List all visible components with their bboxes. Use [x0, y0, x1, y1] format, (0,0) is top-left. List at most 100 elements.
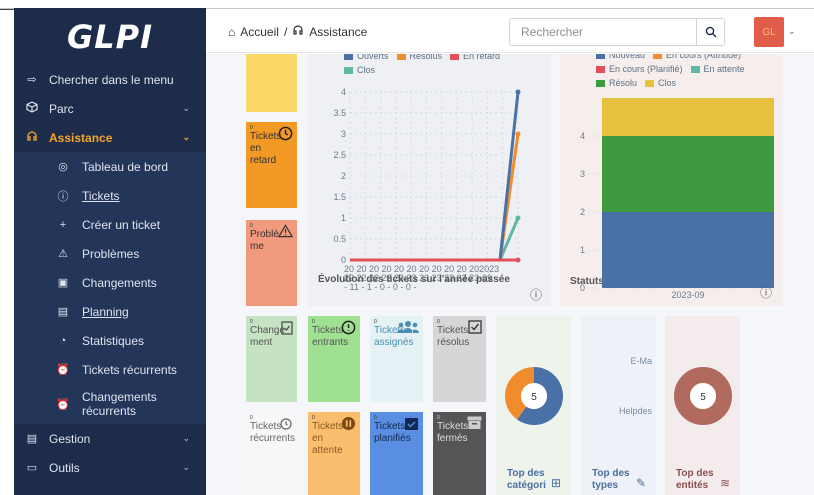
clock-icon	[278, 126, 293, 145]
series-point	[515, 215, 521, 221]
top-types-title: Top des types	[592, 468, 630, 491]
top-entities-title: Top des entités	[676, 468, 714, 491]
edit-icon: ✎	[636, 476, 647, 490]
tile-top-yellow[interactable]	[246, 54, 297, 112]
sidebar-sub-statistics[interactable]: ◔ Statistiques	[14, 326, 206, 355]
sidebar-sub-recurring-changes[interactable]: ⏰ Changements récurrents	[14, 384, 206, 424]
info-circle-icon[interactable]: ⓘ	[760, 284, 772, 301]
sidebar-item-label: Outils	[49, 460, 80, 475]
alert-triangle-icon	[277, 224, 294, 242]
tile-late-tickets[interactable]: 0 Tickets en retard	[246, 122, 297, 208]
type-label-helpdesk: Helpdes	[618, 406, 652, 416]
tile-waiting[interactable]: 0 Tickets en attente	[308, 412, 360, 495]
y-tick-label: 1.5	[333, 192, 346, 202]
chart-pie-icon: ◔	[59, 334, 67, 347]
alarm-icon: ⏰	[56, 398, 70, 411]
breadcrumb-current-link[interactable]: Assistance	[309, 25, 367, 39]
y-tick-label: 3	[341, 129, 346, 139]
tile-problems[interactable]: 0 Problème	[246, 220, 297, 306]
sidebar-sub-tickets[interactable]: ⓘ Tickets	[14, 181, 206, 210]
sidebar-sub-recurring-tickets[interactable]: ⏰ Tickets récurrents	[14, 355, 206, 384]
sidebar-sub-dashboard[interactable]: ◎ Tableau de bord	[14, 152, 206, 181]
sidebar-item-parc[interactable]: Parc ⌄	[14, 94, 206, 123]
tile-assigned[interactable]: 0 Tickets assignés	[370, 316, 423, 402]
chevron-down-icon: ⌄	[182, 103, 190, 113]
top-entities-card: 5 Top des entités ≋	[665, 316, 740, 495]
tile-closed[interactable]: 0 Tickets fermés	[433, 412, 486, 495]
glpi-logo[interactable]: GLPI	[14, 8, 206, 65]
sidebar-sub-label: Planning	[82, 304, 129, 319]
top-header: ⌂ Accueil / Assistance GL ⌄	[206, 9, 814, 53]
tile-solved[interactable]: 0 Tickets résolus	[433, 316, 486, 402]
chevron-down-icon[interactable]: ⌄	[788, 26, 796, 37]
archive-icon	[467, 416, 482, 434]
type-label-email: E-Ma	[630, 356, 652, 366]
assistance-submenu: ◎ Tableau de bord ⓘ Tickets + Créer un t…	[14, 152, 206, 424]
y-tick-label: 2	[341, 171, 346, 181]
search-box	[509, 18, 725, 46]
sidebar-item-label: Gestion	[49, 431, 91, 446]
layers-icon: ≋	[720, 476, 731, 490]
pause-circle-icon	[341, 416, 356, 435]
breadcrumb-home-link[interactable]: Accueil	[240, 25, 279, 39]
headset-icon	[292, 24, 304, 39]
headset-icon	[25, 130, 39, 145]
ticket-evolution-card: Ouverts Résolus En retardClos 4 3.5 3 2.5 2 1.5…	[308, 54, 551, 306]
sidebar-item-gestion[interactable]: ▤ Gestion ⌄	[14, 424, 206, 453]
alert-circle-icon	[341, 320, 356, 339]
tile-recurring[interactable]: 0 Tickets récurrents	[246, 412, 297, 495]
info-circle-icon[interactable]: ⓘ	[530, 286, 542, 303]
sidebar-search-menu-label: Chercher dans le menu	[49, 72, 174, 87]
tile-changes[interactable]: 0 Change ment	[246, 316, 297, 402]
bar-segment-Clos	[602, 98, 774, 136]
wallet-icon: ▤	[26, 433, 38, 445]
search-input[interactable]	[510, 19, 696, 45]
sidebar-sub-label: Problèmes	[82, 246, 140, 261]
y-tick-label: 2.5	[333, 150, 346, 160]
gauge-icon: ◎	[58, 161, 68, 173]
evolution-chart-title: Évolution des tickets sur l'année passée	[318, 274, 510, 285]
clipboard-check-icon: ▣	[57, 277, 69, 289]
sidebar-item-assistance[interactable]: Assistance ⌄	[14, 123, 206, 152]
top-categories-title: Top des catégori	[507, 468, 546, 491]
y-tick-label: 0.5	[333, 234, 346, 244]
sidebar-search-menu[interactable]: ⇨ Chercher dans le menu	[14, 65, 206, 94]
series-point	[515, 257, 521, 263]
tile-planned[interactable]: 0 Tickets planifiés	[370, 412, 423, 495]
category-icon: ⊞	[551, 476, 562, 490]
sidebar-sub-create-ticket[interactable]: + Créer un ticket	[14, 210, 206, 239]
breadcrumb-separator: /	[283, 24, 288, 39]
y-tick-label: 1	[580, 245, 585, 255]
sidebar-sub-changes[interactable]: ▣ Changements	[14, 268, 206, 297]
x-tick-label: 2023-09	[671, 290, 704, 300]
box-icon	[25, 101, 39, 116]
arrow-right-to-bracket-icon: ⇨	[27, 74, 37, 86]
chevron-down-icon: ⌄	[182, 433, 190, 443]
tile-incoming[interactable]: 0 Tickets entrants	[308, 316, 360, 402]
sidebar-item-outils[interactable]: ▭ Outils ⌄	[14, 453, 206, 482]
sidebar-sub-problems[interactable]: ⚠ Problèmes	[14, 239, 206, 268]
sidebar-sub-label: Changements	[82, 275, 157, 290]
search-button[interactable]	[696, 19, 724, 45]
donut-total-label: 5	[700, 392, 706, 403]
user-avatar[interactable]: GL	[754, 17, 784, 47]
sidebar-item-label: Assistance	[49, 130, 113, 145]
tile-label: Tickets en attente	[312, 421, 344, 456]
sidebar-item-label: Parc	[49, 101, 74, 116]
y-tick-label: 3.5	[333, 108, 346, 118]
alert-triangle-icon: ⚠	[58, 248, 68, 260]
sidebar-sub-label: Tableau de bord	[82, 159, 169, 174]
sidebar-sub-label: Statistiques	[82, 333, 145, 348]
ticket-status-card: Nouveau En cours (Attribué)En cours (Plan…	[560, 54, 782, 306]
sidebar: GLPI ⇨ Chercher dans le menu Parc ⌄ Assi…	[14, 8, 206, 495]
sidebar-sub-label: Changements récurrents	[82, 390, 157, 418]
evolution-line-chart: 43.532.521.510.5020 20 20 20 20 20 20 20…	[333, 87, 521, 292]
alert-circle-icon: ⓘ	[57, 190, 69, 203]
y-tick-label: 4	[580, 131, 585, 141]
y-tick-label: 1	[341, 213, 346, 223]
sidebar-sub-planning[interactable]: ▤ Planning	[14, 297, 206, 326]
sidebar-sub-label: Tickets	[82, 188, 120, 203]
search-icon	[705, 26, 716, 38]
bar-segment-Résolu	[602, 136, 774, 212]
calendar-check-icon	[404, 416, 419, 435]
